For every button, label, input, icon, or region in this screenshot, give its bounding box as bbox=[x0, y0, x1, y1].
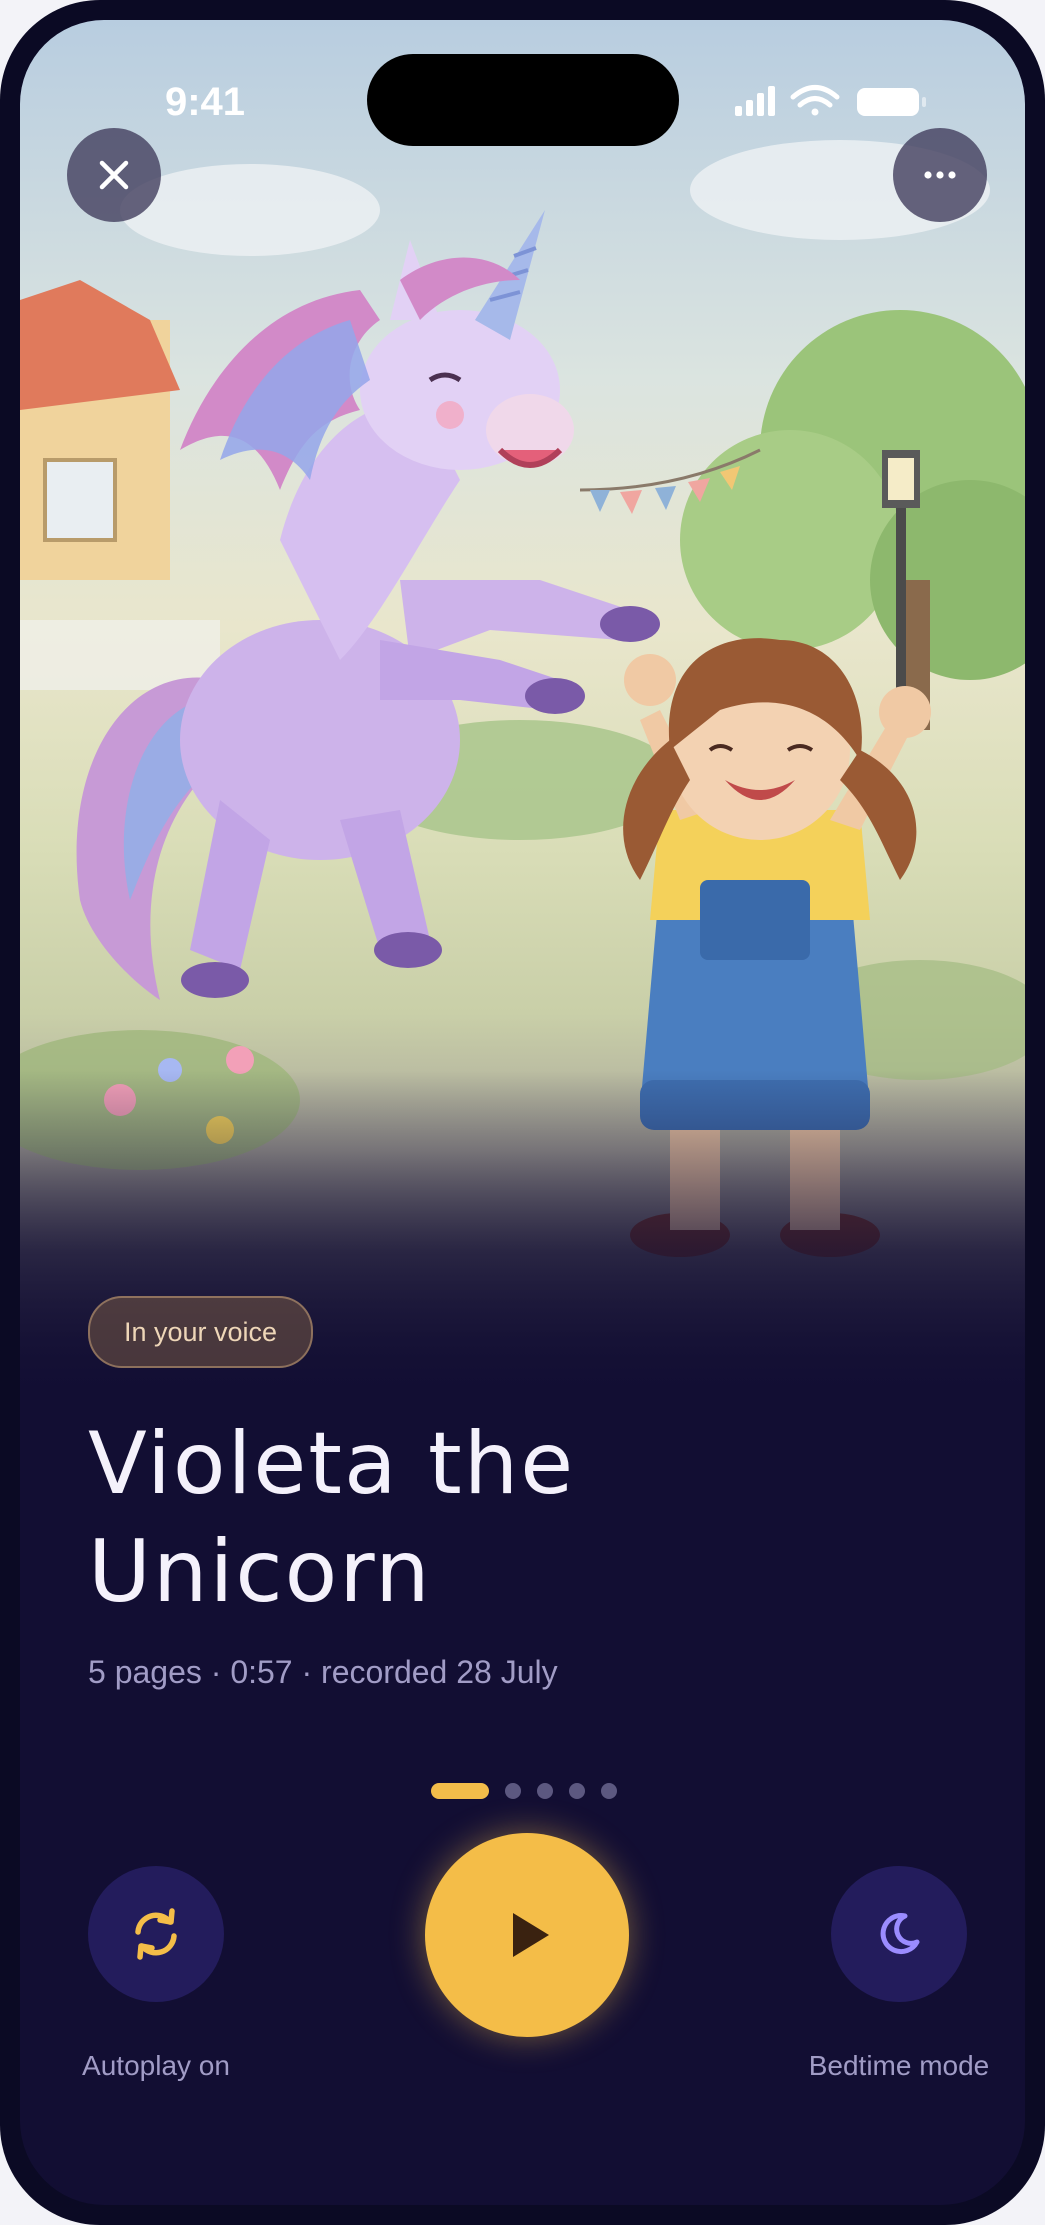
repeat-icon bbox=[135, 1908, 177, 1960]
story-meta: 5 pages · 0:57 · recorded 28 July bbox=[88, 1654, 558, 1690]
wifi-icon bbox=[790, 85, 840, 116]
play-button[interactable] bbox=[425, 1833, 629, 2037]
autoplay-label: Autoplay on bbox=[82, 2050, 230, 2081]
more-button[interactable] bbox=[893, 128, 987, 222]
close-icon bbox=[99, 160, 129, 190]
moon-icon bbox=[880, 1913, 920, 1955]
autoplay-button[interactable] bbox=[88, 1866, 224, 2002]
voice-badge: In your voice bbox=[88, 1296, 314, 1368]
device-frame: 9:41 In your voice Violeta the Unicorn 5… bbox=[0, 0, 1045, 2225]
play-icon bbox=[513, 1913, 549, 1957]
signal-icon bbox=[735, 86, 775, 116]
screen: 9:41 In your voice Violeta the Unicorn 5… bbox=[20, 20, 1025, 2205]
story-title: Violeta the Unicorn bbox=[88, 1414, 576, 1622]
story-illustration bbox=[20, 20, 1025, 1400]
battery-icon bbox=[857, 88, 926, 116]
page-dot[interactable] bbox=[505, 1783, 521, 1799]
bedtime-label: Bedtime mode bbox=[808, 2050, 990, 2081]
page-dot[interactable] bbox=[537, 1783, 553, 1799]
page-indicator bbox=[431, 1782, 617, 1800]
more-icon bbox=[924, 171, 956, 179]
status-icons bbox=[735, 85, 926, 116]
close-button[interactable] bbox=[67, 128, 161, 222]
status-time: 9:41 bbox=[164, 80, 246, 124]
page-dot-active[interactable] bbox=[431, 1783, 489, 1799]
page-dot[interactable] bbox=[601, 1783, 617, 1799]
bedtime-button[interactable] bbox=[831, 1866, 967, 2002]
page-dot[interactable] bbox=[569, 1783, 585, 1799]
dynamic-island bbox=[367, 54, 679, 146]
